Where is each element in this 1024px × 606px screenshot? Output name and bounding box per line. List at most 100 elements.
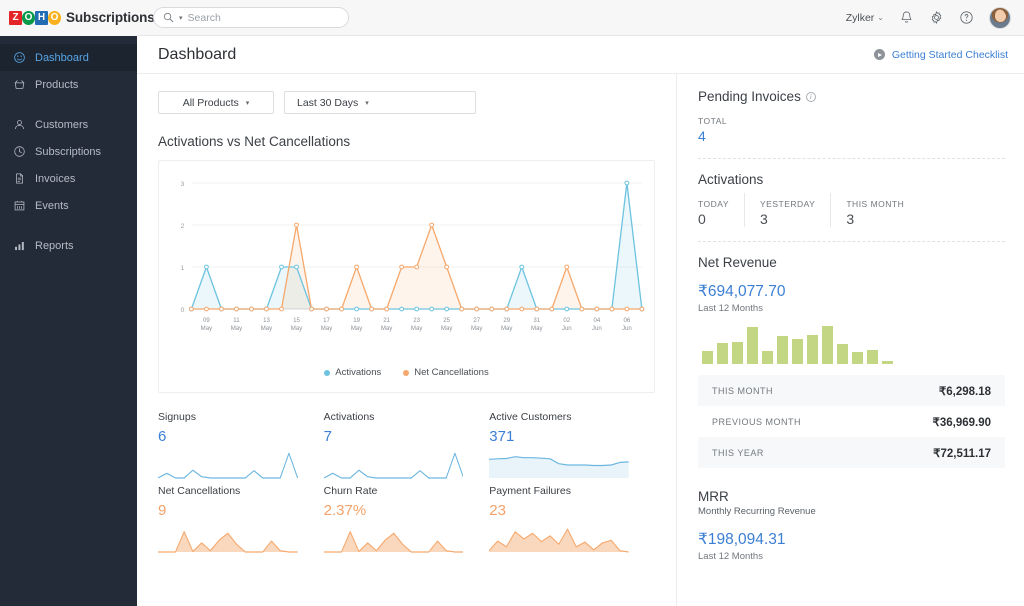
net-revenue-bar-chart (698, 326, 1005, 364)
revenue-row: PREVIOUS MONTH₹36,969.90 (698, 406, 1005, 437)
page-header: Dashboard Getting Started Checklist (137, 36, 1024, 74)
metric-card-active-customers[interactable]: Active Customers371 (489, 411, 655, 481)
net-revenue-amount: ₹694,077.70 (698, 282, 1005, 301)
chevron-down-icon: ⌄ (877, 13, 884, 22)
pending-invoices-total-label: TOTAL (698, 116, 1005, 126)
svg-text:06: 06 (623, 318, 630, 324)
sidebar-item-events[interactable]: Events (0, 192, 137, 219)
getting-started-checklist-link[interactable]: Getting Started Checklist (874, 49, 1008, 61)
net-revenue-title: Net Revenue (698, 255, 1005, 270)
svg-text:29: 29 (503, 318, 510, 324)
chart-x-axis-labels: 09May11May13May15May17May19May21May23May… (201, 318, 632, 332)
metric-card-payment-failures[interactable]: Payment Failures 23 (489, 485, 655, 555)
metric-card-signups[interactable]: Signups 6 (158, 411, 324, 481)
svg-text:25: 25 (443, 318, 450, 324)
reports-icon (13, 239, 26, 252)
sidebar-item-products[interactable]: Products (0, 71, 137, 98)
top-bar: ZOHO Subscriptions ⌄ ▾ Zylker ⌄ (0, 0, 1024, 36)
sidebar-divider (0, 219, 137, 232)
revenue-row-label: THIS YEAR (712, 448, 764, 458)
metric-label: Payment Failures (489, 485, 629, 497)
svg-text:Jun: Jun (622, 326, 632, 332)
svg-text:2: 2 (181, 223, 185, 230)
revenue-bar (852, 352, 863, 364)
active-customers-sparkline (489, 448, 629, 481)
svg-text:May: May (501, 326, 512, 332)
chart-areas (191, 183, 641, 309)
legend-item-activations[interactable]: Activations (324, 367, 381, 378)
svg-text:31: 31 (533, 318, 540, 324)
svg-text:Jun: Jun (562, 326, 572, 332)
revenue-bar (777, 336, 788, 364)
sidebar-item-subscriptions[interactable]: Subscriptions (0, 138, 137, 165)
metric-label: Signups (158, 411, 298, 423)
metric-label: Active Customers (489, 411, 629, 423)
date-range-dropdown[interactable]: Last 30 Days ▾ (284, 91, 476, 114)
activations-panel-title: Activations (698, 172, 1005, 187)
svg-text:Jun: Jun (592, 326, 602, 332)
play-icon (874, 49, 885, 60)
legend-color-swatch (403, 370, 409, 376)
legend-item-net-cancellations[interactable]: Net Cancellations (403, 367, 488, 378)
metric-label: Activations (324, 411, 464, 423)
metric-value: 6 (158, 428, 298, 445)
org-name-label: Zylker (846, 12, 875, 24)
gear-icon[interactable] (929, 10, 944, 25)
metric-card-net-cancellations[interactable]: Net Cancellations9 (158, 485, 324, 555)
search-scope-caret-icon[interactable]: ▾ (179, 14, 183, 22)
brand-area[interactable]: ZOHO Subscriptions ⌄ (0, 0, 137, 36)
dashboard-right-column: Pending Invoices i TOTAL 4 Activations T… (677, 74, 1024, 606)
revenue-bar (747, 327, 758, 364)
sidebar-item-invoices[interactable]: Invoices (0, 165, 137, 192)
svg-text:19: 19 (353, 318, 360, 324)
revenue-bar (807, 335, 818, 364)
svg-text:21: 21 (383, 318, 390, 324)
svg-text:09: 09 (203, 318, 210, 324)
svg-text:May: May (291, 326, 302, 332)
search-input[interactable] (188, 12, 339, 24)
sidebar-item-label: Products (35, 79, 78, 91)
revenue-row-value: ₹36,969.90 (933, 415, 991, 429)
product-filter-dropdown[interactable]: All Products ▾ (158, 91, 274, 114)
org-switcher[interactable]: Zylker ⌄ (846, 12, 884, 24)
zoho-logo-icon: ZOHO (9, 10, 61, 25)
app-body: Dashboard Products Customers (0, 36, 1024, 606)
sidebar-item-dashboard[interactable]: Dashboard (0, 44, 137, 71)
svg-text:May: May (381, 326, 392, 332)
sidebar-item-label: Customers (35, 119, 88, 131)
svg-text:May: May (471, 326, 482, 332)
bell-icon[interactable] (899, 10, 914, 25)
brand-name: Subscriptions (66, 10, 155, 25)
mrr-period: Last 12 Months (698, 551, 1005, 562)
info-icon[interactable]: i (806, 92, 816, 102)
activations-label: Activations (698, 172, 763, 187)
net-revenue-period: Last 12 Months (698, 303, 1005, 314)
pending-invoices-total-value[interactable]: 4 (698, 128, 1005, 144)
customers-icon (13, 118, 26, 131)
search-box[interactable]: ▾ (153, 7, 349, 28)
stat-label: THIS MONTH (846, 199, 904, 209)
products-icon (13, 78, 26, 91)
stat-value: 3 (760, 211, 815, 227)
help-icon[interactable] (959, 10, 974, 25)
payment-failures-sparkline (489, 522, 629, 555)
revenue-bar (882, 361, 893, 364)
sidebar-item-label: Events (35, 200, 69, 212)
logo-letter-z: Z (9, 11, 22, 25)
page-title: Dashboard (158, 46, 236, 64)
svg-text:13: 13 (263, 318, 270, 324)
svg-text:23: 23 (413, 318, 420, 324)
metric-card-activations[interactable]: Activations7 (324, 411, 490, 481)
sidebar-item-customers[interactable]: Customers (0, 111, 137, 138)
revenue-row-label: THIS MONTH (712, 386, 773, 396)
avatar[interactable] (989, 7, 1011, 29)
sidebar-item-reports[interactable]: Reports (0, 232, 137, 259)
signups-sparkline (158, 448, 298, 481)
dashboard-content: All Products ▾ Last 30 Days ▾ Activation… (137, 74, 1024, 606)
logo-letter-o2: O (48, 11, 61, 25)
subscriptions-icon (13, 145, 26, 158)
activations-stat-yesterday: YESTERDAY3 (744, 193, 830, 227)
svg-text:11: 11 (233, 318, 240, 324)
metric-value: 23 (489, 502, 629, 519)
metric-card-churn-rate[interactable]: Churn Rate2.37% (324, 485, 490, 555)
